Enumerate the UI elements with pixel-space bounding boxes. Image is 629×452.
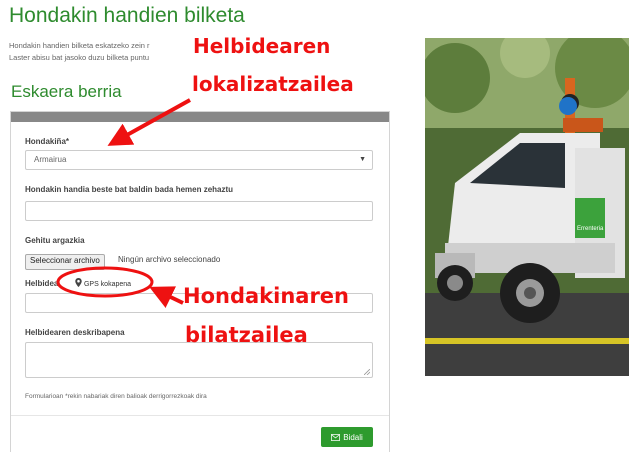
annotation-arrow-top — [107, 98, 191, 146]
truck-photo: Errenteria — [425, 38, 629, 376]
truck-photo-illustration: Errenteria — [425, 38, 629, 376]
annotation-arrow-bottom — [149, 286, 184, 309]
truck-logo-text: Errenteria — [577, 226, 604, 232]
gps-highlight-circle — [56, 266, 154, 298]
